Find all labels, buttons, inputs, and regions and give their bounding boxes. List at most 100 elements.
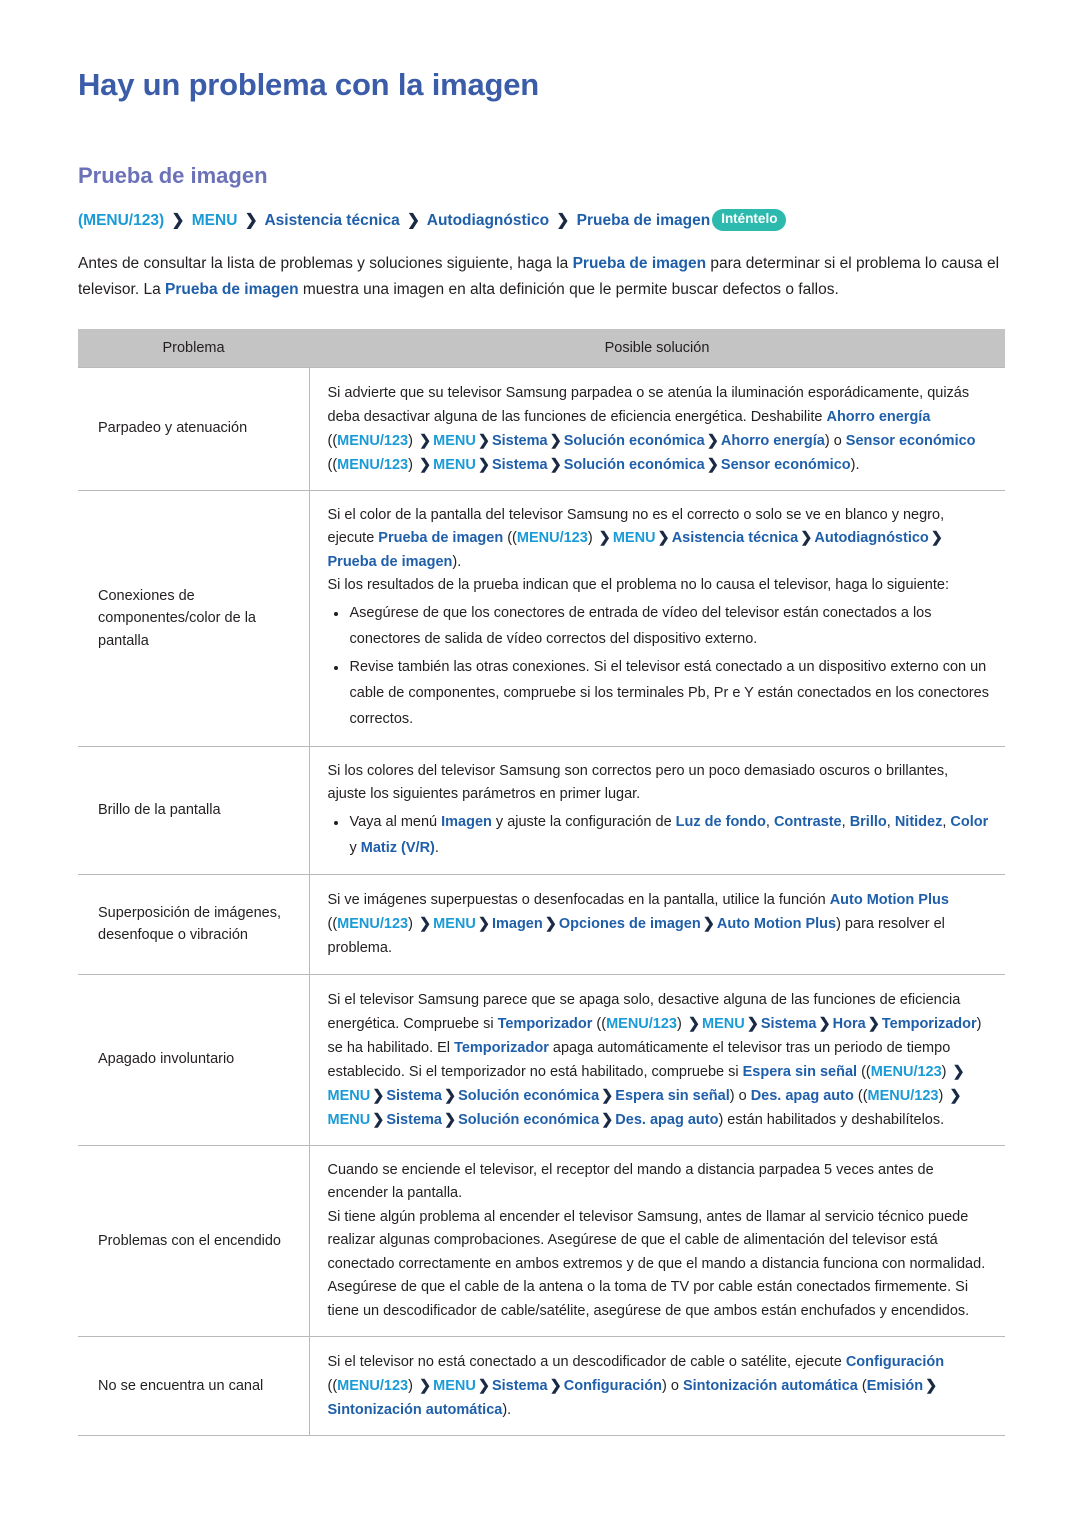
chevron-right-icon: ❯	[952, 1063, 965, 1080]
breadcrumb-item-2: Prueba de imagen	[576, 212, 711, 230]
paren: )	[408, 1378, 417, 1395]
solution-text: y	[349, 839, 361, 856]
menu-term: Temporizador	[497, 1015, 593, 1032]
solution-cell: Si el televisor Samsung parece que se ap…	[309, 974, 1005, 1146]
solution-text: ) o	[729, 1087, 751, 1104]
chevron-right-icon: ❯	[407, 212, 421, 230]
paren: ((	[327, 456, 338, 473]
menu-term: Asistencia técnica	[671, 530, 799, 547]
chevron-right-icon: ❯	[418, 1378, 432, 1395]
chevron-right-icon: ❯	[556, 212, 570, 230]
menu-term: Temporizador	[454, 1039, 549, 1056]
solution-text: ).	[452, 553, 462, 570]
solution-text: .	[434, 839, 439, 856]
solution-cell: Si ve imágenes superpuestas o desenfocad…	[309, 874, 1005, 975]
menu-term: Sistema	[386, 1111, 442, 1128]
menu-key: MENU	[702, 1015, 745, 1032]
intro-text-3: muestra una imagen en alta definición qu…	[298, 280, 839, 298]
solution-text: Si ve imágenes superpuestas o desenfocad…	[327, 892, 830, 909]
chevron-right-icon: ❯	[687, 1015, 700, 1032]
chevron-right-icon: ❯	[244, 212, 258, 230]
table-row: No se encuentra un canal Si el televisor…	[78, 1336, 1005, 1437]
menu-term: Sistema	[491, 456, 548, 473]
menu-key: MENU	[433, 456, 476, 473]
paren: ((	[857, 1063, 871, 1080]
chevron-right-icon: ❯	[544, 916, 557, 933]
paren: ((	[853, 1087, 868, 1104]
table-header-row: Problema Posible solución	[78, 328, 1005, 368]
chevron-right-icon: ❯	[706, 456, 719, 473]
paren: ((	[327, 432, 338, 449]
chevron-right-icon: ❯	[598, 530, 611, 547]
paren: ((	[592, 1015, 607, 1032]
solution-cell: Si los colores del televisor Samsung son…	[309, 746, 1005, 876]
chevron-right-icon: ❯	[925, 1378, 938, 1395]
list-item: Revise también las otras conexiones. Si …	[328, 655, 990, 732]
menu-key: MENU	[433, 432, 476, 449]
solution-cell: Si advierte que su televisor Samsung par…	[309, 366, 1005, 491]
menu123-term: MENU/123	[867, 1087, 939, 1104]
menu-term: Prueba de imagen	[378, 530, 504, 547]
menu-term: Des. apag auto	[615, 1111, 719, 1128]
breadcrumb-item-1: Autodiagnóstico	[426, 212, 550, 230]
solution-text: Si el televisor no está conectado a un d…	[327, 1354, 846, 1371]
menu-term: Emisión	[866, 1378, 924, 1395]
menu-term: Solución económica	[458, 1111, 600, 1128]
solution-paragraph: Si los colores del televisor Samsung son…	[327, 762, 949, 803]
problem-label: Problemas con el encendido	[78, 1145, 310, 1338]
table-row: Problemas con el encendido Cuando se enc…	[78, 1145, 1005, 1338]
menu-term: Auto Motion Plus	[716, 916, 837, 933]
solution-cell: Si el televisor no está conectado a un d…	[309, 1336, 1005, 1437]
intro-paragraph: Antes de consultar la lista de problemas…	[78, 251, 1002, 303]
problem-label: No se encuentra un canal	[78, 1336, 310, 1437]
chevron-right-icon: ❯	[601, 1087, 614, 1104]
chevron-right-icon: ❯	[706, 432, 719, 449]
solution-text: ).	[850, 456, 860, 473]
paren: )	[408, 432, 417, 449]
problem-label: Conexiones de componentes/color de la pa…	[78, 490, 310, 747]
problem-label: Apagado involuntario	[78, 974, 310, 1146]
chevron-right-icon: ❯	[657, 530, 670, 547]
breadcrumb-item-0: Asistencia técnica	[264, 212, 400, 230]
menu123-term: MENU/123	[606, 1015, 677, 1032]
solution-text: ).	[502, 1402, 512, 1419]
menu-term: Sintonización automática	[682, 1378, 858, 1395]
menu123-term: MENU/123	[337, 1378, 409, 1395]
try-it-badge[interactable]: Inténtelo	[712, 209, 787, 231]
paren: ((	[503, 530, 517, 547]
menu-key: MENU	[433, 916, 476, 933]
menu-term: Ahorro energía	[720, 432, 825, 449]
menu-term: Sintonización automática	[327, 1402, 503, 1419]
solution-paragraph: Si el color de la pantalla del televisor…	[328, 504, 990, 574]
menu-term: Sensor económico	[845, 432, 976, 449]
menu-term: Sistema	[386, 1087, 442, 1104]
problems-table: Problema Posible solución Parpadeo y ate…	[78, 328, 1005, 1437]
chevron-right-icon: ❯	[418, 916, 432, 933]
menu-term: Espera sin señal	[615, 1087, 730, 1104]
solution-paragraph: Cuando se enciende el televisor, el rece…	[327, 1161, 934, 1202]
table-row: Apagado involuntario Si el televisor Sam…	[78, 974, 1005, 1146]
chevron-right-icon: ❯	[372, 1111, 385, 1128]
menu-term: Hora	[832, 1015, 866, 1032]
intro-bold-1: Prueba de imagen	[572, 254, 707, 272]
menu-term: Solución económica	[563, 432, 705, 449]
paren: )	[587, 530, 597, 547]
section-title: Prueba de imagen	[78, 163, 268, 189]
chevron-right-icon: ❯	[443, 1111, 457, 1128]
menu-term: Configuración	[563, 1378, 663, 1395]
menu-term: Autodiagnóstico	[814, 530, 929, 547]
chevron-right-icon: ❯	[746, 1015, 759, 1032]
menu-term: Color	[950, 813, 989, 830]
menu-term: Opciones de imagen	[558, 916, 701, 933]
menu-term: Solución económica	[563, 456, 705, 473]
bullet-list: Vaya al menú Imagen y ajuste la configur…	[328, 810, 990, 862]
solution-cell: Si el color de la pantalla del televisor…	[309, 490, 1005, 747]
menu-term: Des. apag auto	[750, 1087, 854, 1104]
chevron-right-icon: ❯	[800, 530, 813, 547]
chevron-right-icon: ❯	[949, 1087, 962, 1104]
solution-cell: Cuando se enciende el televisor, el rece…	[309, 1145, 1005, 1338]
menu123-term: MENU/123	[337, 916, 409, 933]
chevron-right-icon: ❯	[477, 1378, 490, 1395]
menu123-term: MENU/123	[337, 432, 409, 449]
table-row: Superposición de imágenes, desenfoque o …	[78, 874, 1005, 975]
